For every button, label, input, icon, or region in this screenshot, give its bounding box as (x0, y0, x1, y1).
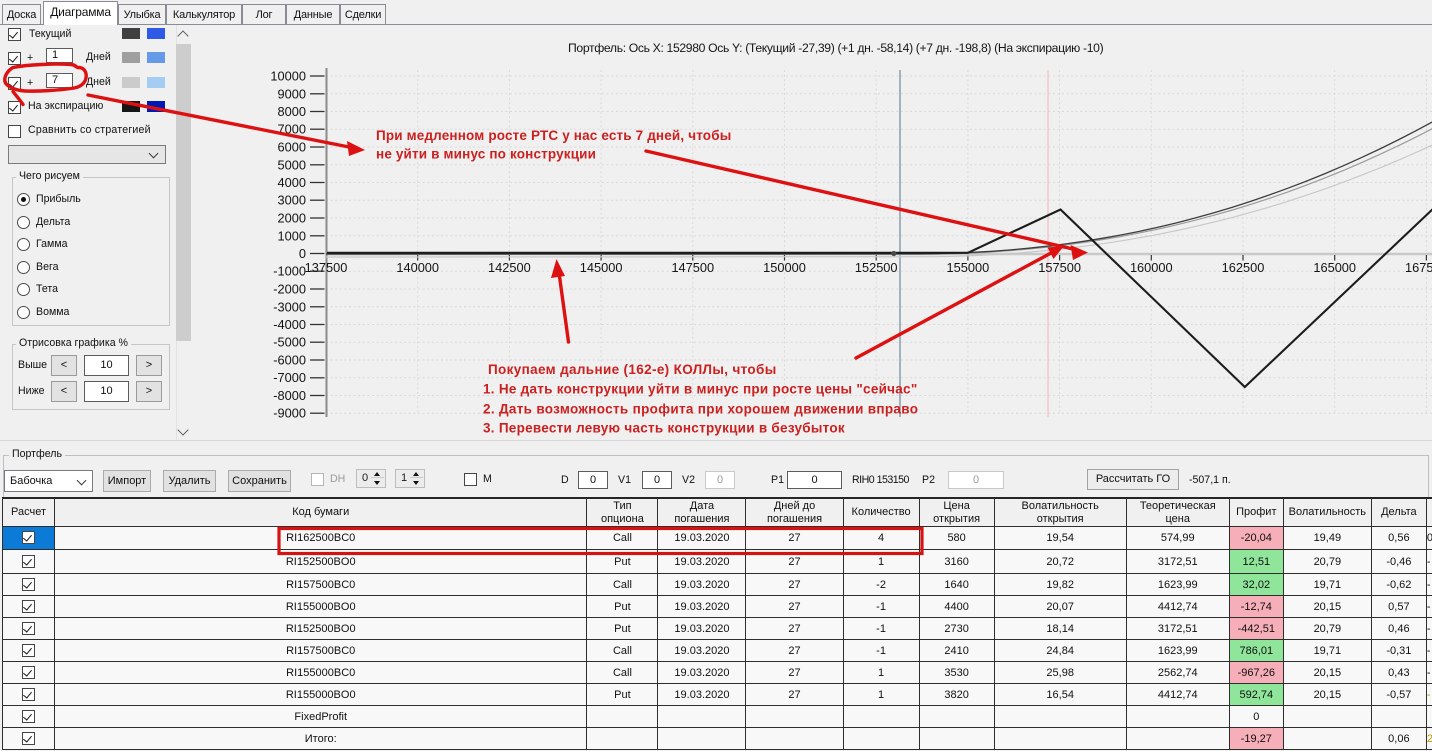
svg-text:150000: 150000 (763, 260, 806, 275)
svg-text:7000: 7000 (278, 122, 306, 137)
svg-text:-5000: -5000 (273, 335, 306, 350)
svg-text:4000: 4000 (278, 175, 306, 190)
svg-text:не уйти в минус по конструкции: не уйти в минус по конструкции (376, 147, 596, 162)
svg-text:140000: 140000 (396, 260, 439, 275)
svg-text:Портфель: Ось X: 152980 Ось Y:: Портфель: Ось X: 152980 Ось Y: (Текущий … (568, 41, 1104, 55)
svg-text:1. Не дать конструкции уйти в: 1. Не дать конструкции уйти в минус при … (483, 382, 918, 397)
svg-text:Покупаем дальние (162-е) КОЛЛы: Покупаем дальние (162-е) КОЛЛы, чтобы (488, 362, 777, 377)
svg-text:167500: 167500 (1405, 260, 1432, 275)
svg-text:-2000: -2000 (273, 282, 306, 297)
svg-text:9000: 9000 (278, 86, 306, 101)
svg-text:При медленном росте РТС у нас: При медленном росте РТС у нас есть 7 дне… (376, 128, 731, 143)
svg-text:-6000: -6000 (273, 353, 306, 368)
svg-text:3. Перевести левую часть конст: 3. Перевести левую часть конструкции в б… (483, 420, 845, 435)
svg-text:8000: 8000 (278, 104, 306, 119)
svg-text:160000: 160000 (1130, 260, 1173, 275)
svg-text:3000: 3000 (278, 193, 306, 208)
svg-text:6000: 6000 (278, 140, 306, 155)
svg-text:137500: 137500 (305, 260, 348, 275)
svg-text:10000: 10000 (270, 69, 306, 84)
svg-text:162500: 162500 (1222, 260, 1265, 275)
svg-text:2. Дать возможность профита пр: 2. Дать возможность профита при хорошем … (483, 401, 918, 416)
svg-text:147500: 147500 (671, 260, 714, 275)
svg-text:-1000: -1000 (273, 264, 306, 279)
svg-text:1000: 1000 (278, 228, 306, 243)
svg-text:-3000: -3000 (273, 299, 306, 314)
svg-text:142500: 142500 (488, 260, 531, 275)
svg-text:-8000: -8000 (273, 388, 306, 403)
svg-text:5000: 5000 (278, 157, 306, 172)
svg-text:155000: 155000 (947, 260, 990, 275)
svg-text:145000: 145000 (580, 260, 623, 275)
svg-text:2000: 2000 (278, 211, 306, 226)
svg-text:-7000: -7000 (273, 370, 306, 385)
svg-text:152500: 152500 (855, 260, 898, 275)
svg-text:-9000: -9000 (273, 406, 306, 421)
svg-text:165000: 165000 (1313, 260, 1356, 275)
svg-text:0: 0 (299, 246, 306, 261)
svg-text:-4000: -4000 (273, 317, 306, 332)
svg-text:157500: 157500 (1038, 260, 1081, 275)
